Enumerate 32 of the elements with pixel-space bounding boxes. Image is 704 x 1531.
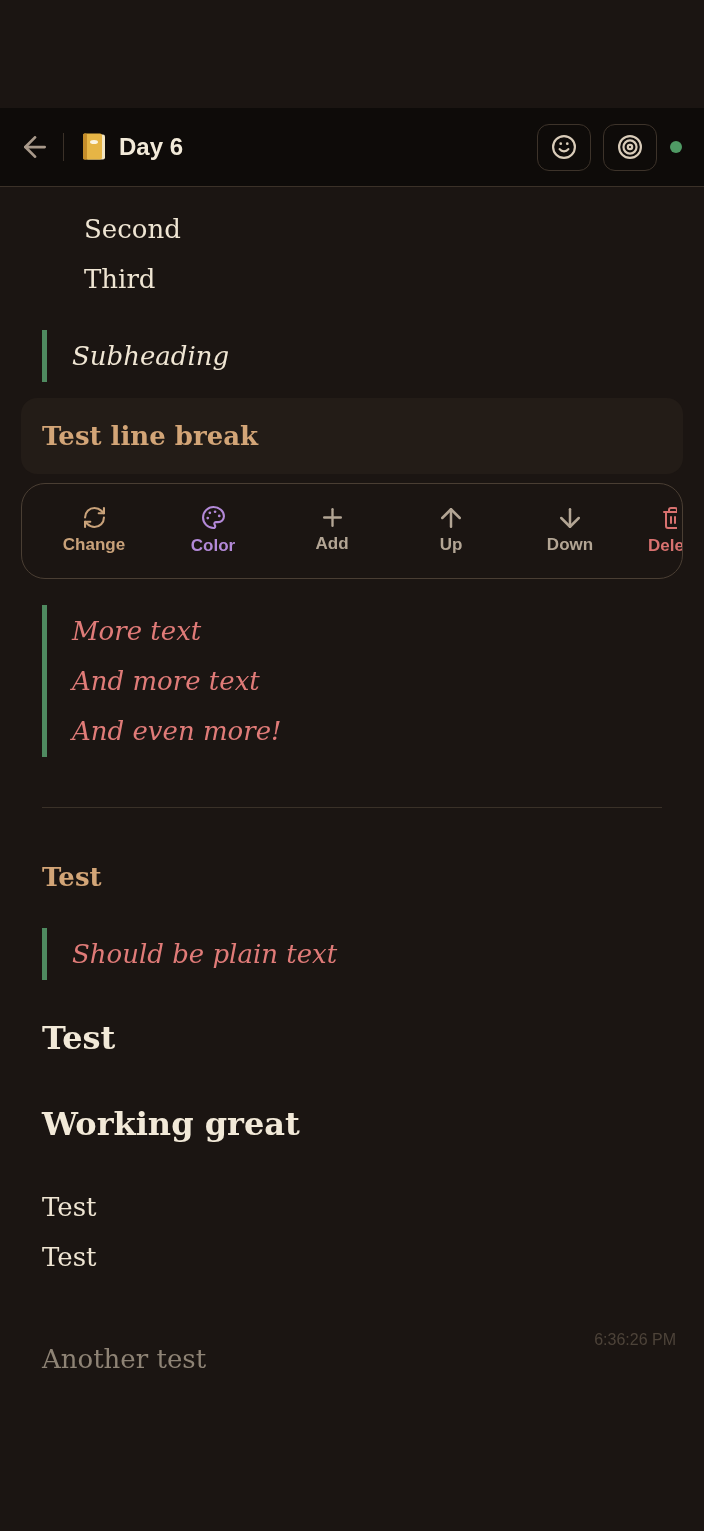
target-icon <box>618 135 642 159</box>
palette-icon <box>201 506 225 529</box>
page-title: Day 6 <box>119 132 184 162</box>
plus-icon <box>322 508 342 527</box>
list-item-text: Third <box>83 263 157 296</box>
quote-line: More text <box>72 615 203 648</box>
quote-line: Should be plain text <box>72 938 339 971</box>
back-icon <box>24 136 46 158</box>
paragraph-text: Test <box>42 1191 98 1224</box>
entry-text: Another test <box>42 1343 207 1376</box>
down-button[interactable]: Down <box>518 501 622 561</box>
notebook-icon <box>82 133 106 161</box>
refresh-icon <box>83 507 105 528</box>
subheading-text: Test <box>42 861 103 894</box>
target-button[interactable] <box>603 123 657 171</box>
smiley-icon <box>552 135 576 159</box>
list-item-text: Second <box>83 213 182 246</box>
color-button[interactable]: Color <box>161 500 265 562</box>
heading-text: Working great <box>42 1104 301 1145</box>
trash-icon <box>663 506 677 529</box>
arrow-down-icon <box>560 507 580 528</box>
change-button[interactable]: Change <box>42 501 146 561</box>
add-button[interactable]: Add <box>280 502 384 560</box>
heading-text: Test <box>42 1018 117 1059</box>
emoji-button[interactable] <box>537 123 591 171</box>
quote-line: And even more! <box>72 715 283 748</box>
quote-line: Subheading <box>72 340 231 373</box>
quote-line: And more text <box>72 665 261 698</box>
subheading-text: Test line break <box>42 420 260 453</box>
up-button[interactable]: Up <box>399 501 503 561</box>
paragraph-text: Test <box>42 1241 98 1274</box>
back-button[interactable] <box>24 136 46 158</box>
